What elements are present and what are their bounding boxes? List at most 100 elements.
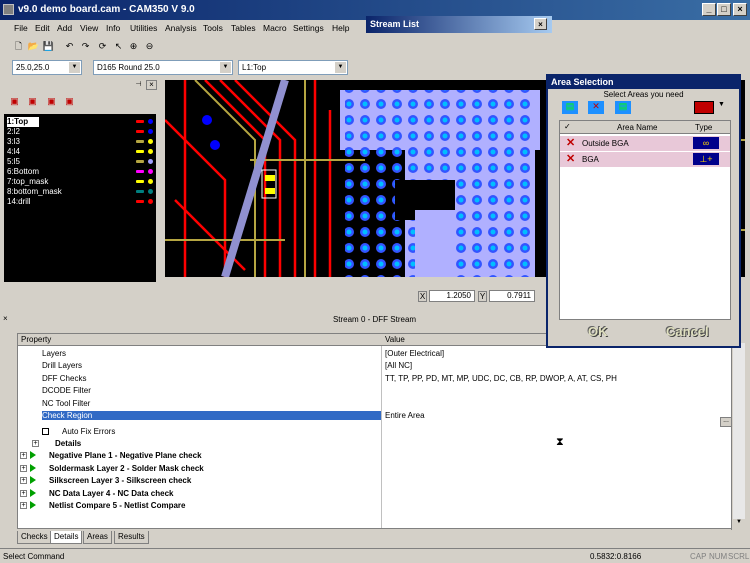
property-row[interactable]: DCODE Filter <box>18 385 733 397</box>
layer-select[interactable]: L1:Top ▼ <box>238 60 348 75</box>
layer-visibility-dot[interactable] <box>148 129 153 134</box>
layer-add-icon[interactable]: ▣ <box>8 95 21 108</box>
menu-tools[interactable]: Tools <box>203 23 223 33</box>
stream-list-titlebar[interactable]: Stream List × <box>366 16 552 33</box>
layer-row[interactable]: 6:Bottom <box>7 167 39 177</box>
unchecked-x-icon[interactable]: ✕ <box>566 152 575 167</box>
auto-fix-checkbox[interactable] <box>42 428 49 435</box>
layer-visibility-dot[interactable] <box>148 119 153 124</box>
expand-icon[interactable]: + <box>32 440 39 447</box>
select-icon[interactable]: ↖ <box>112 40 125 53</box>
check-row[interactable]: + Netlist Compare 5 - Netlist Compare <box>18 500 733 512</box>
layer-properties-icon[interactable]: ▣ <box>63 95 76 108</box>
layer-row[interactable]: 2:l2 <box>7 127 20 137</box>
layer-row[interactable]: 8:bottom_mask <box>7 187 62 197</box>
menu-analysis[interactable]: Analysis <box>165 23 197 33</box>
layer-color-swatch[interactable] <box>136 160 144 163</box>
cancel-button[interactable]: Cancel <box>666 324 709 339</box>
layer-visibility-dot[interactable] <box>148 179 153 184</box>
layer-row[interactable]: 5:l5 <box>7 157 20 167</box>
chevron-down-icon[interactable]: ▼ <box>718 101 725 108</box>
details-row[interactable]: + Details ⧗ <box>18 436 733 450</box>
layer-color-swatch[interactable] <box>136 120 144 123</box>
menu-tables[interactable]: Tables <box>231 23 256 33</box>
layer-visibility-dot[interactable] <box>148 159 153 164</box>
close-button[interactable]: × <box>733 3 747 16</box>
save-icon[interactable]: 💾 <box>42 40 55 53</box>
chevron-down-icon[interactable]: ▼ <box>335 62 346 73</box>
tab-results[interactable]: Results <box>114 531 149 544</box>
ok-button[interactable]: OK <box>588 324 608 339</box>
auto-fix-row[interactable]: Auto Fix Errors <box>18 426 733 438</box>
zoom-out-icon[interactable]: ⊖ <box>143 40 156 53</box>
menu-file[interactable]: File <box>14 23 28 33</box>
layer-color-swatch[interactable] <box>136 200 144 203</box>
maximize-button[interactable]: □ <box>717 3 731 16</box>
layer-color-swatch[interactable] <box>136 180 144 183</box>
minimize-button[interactable]: _ <box>702 3 716 16</box>
layer-copy-icon[interactable]: ▣ <box>26 95 39 108</box>
chevron-down-icon[interactable]: ▼ <box>69 62 80 73</box>
edit-area-icon[interactable]: ▤ <box>615 101 631 114</box>
grid-select[interactable]: 25.0,25.0 ▼ <box>12 60 82 75</box>
property-row[interactable]: Drill Layers [All NC] <box>18 360 733 372</box>
area-row[interactable]: ✕ Outside BGA ∞ <box>560 136 730 151</box>
menu-view[interactable]: View <box>80 23 98 33</box>
add-area-icon[interactable]: ▤ <box>562 101 578 114</box>
layer-row[interactable]: 14:drill <box>7 197 31 207</box>
area-type-icon[interactable] <box>694 101 714 114</box>
menu-help[interactable]: Help <box>332 23 349 33</box>
expand-icon[interactable]: + <box>20 464 27 472</box>
layer-color-swatch[interactable] <box>136 170 144 173</box>
menu-settings[interactable]: Settings <box>293 23 324 33</box>
property-scrollbar[interactable]: ▲ ▼ <box>733 333 745 529</box>
property-row[interactable]: Check Region Entire Area <box>18 410 733 422</box>
layer-visibility-dot[interactable] <box>148 139 153 144</box>
layer-color-swatch[interactable] <box>136 150 144 153</box>
panel-close-button[interactable]: × <box>3 314 8 323</box>
layer-row[interactable]: 1:Top <box>7 117 39 127</box>
tab-areas[interactable]: Areas <box>83 531 112 544</box>
expand-icon[interactable]: + <box>20 452 27 459</box>
layer-color-swatch[interactable] <box>136 190 144 193</box>
layer-row[interactable]: 4:l4 <box>7 147 20 157</box>
expand-icon[interactable]: + <box>20 502 27 510</box>
dcode-select[interactable]: D165 Round 25.0 ▼ <box>93 60 233 75</box>
menu-utilities[interactable]: Utilities <box>130 23 157 33</box>
menu-add[interactable]: Add <box>57 23 72 33</box>
menu-edit[interactable]: Edit <box>35 23 50 33</box>
property-row[interactable]: DFF Checks TT, TP, PP, PD, MT, MP, UDC, D… <box>18 373 733 385</box>
new-file-icon[interactable]: 🗋 <box>12 40 25 53</box>
panel-pin-button[interactable]: ⊣ <box>133 80 144 90</box>
layer-visibility-dot[interactable] <box>148 189 153 194</box>
chevron-down-icon[interactable]: ▼ <box>220 62 231 73</box>
layer-color-swatch[interactable] <box>136 140 144 143</box>
tab-details[interactable]: Details <box>50 531 83 544</box>
redraw-icon[interactable]: ⟳ <box>96 40 109 53</box>
panel-close-button[interactable]: × <box>146 80 157 90</box>
property-row[interactable]: NC Tool Filter <box>18 398 733 410</box>
undo-icon[interactable]: ↶ <box>63 40 76 53</box>
menu-info[interactable]: Info <box>106 23 120 33</box>
property-row[interactable]: Layers [Outer Electrical] <box>18 348 733 360</box>
property-value[interactable]: [All NC] <box>385 361 412 370</box>
scroll-down-icon[interactable]: ▼ <box>733 519 745 529</box>
layer-visibility-dot[interactable] <box>148 169 153 174</box>
layer-row[interactable]: 3:l3 <box>7 137 20 147</box>
layer-row[interactable]: 7:top_mask <box>7 177 48 187</box>
check-row[interactable]: + Soldermask Layer 2 - Solder Mask check <box>18 463 733 475</box>
layer-color-swatch[interactable] <box>136 130 144 133</box>
zoom-in-icon[interactable]: ⊕ <box>127 40 140 53</box>
layer-visibility-dot[interactable] <box>148 199 153 204</box>
stream-list-close-button[interactable]: × <box>534 18 547 30</box>
area-row[interactable]: ✕ BGA ⊥+ <box>560 152 730 167</box>
property-value[interactable]: [Outer Electrical] <box>385 349 444 358</box>
tab-checks[interactable]: Checks <box>17 531 52 544</box>
property-value[interactable]: Entire Area <box>385 411 425 420</box>
open-file-icon[interactable]: 📂 <box>27 40 40 53</box>
property-value[interactable]: TT, TP, PP, PD, MT, MP, UDC, DC, CB, RP,… <box>385 374 617 383</box>
expand-icon[interactable]: + <box>20 489 27 497</box>
check-all-icon[interactable]: ✓ <box>564 122 571 131</box>
redo-icon[interactable]: ↷ <box>79 40 92 53</box>
check-row[interactable]: + NC Data Layer 4 - NC Data check <box>18 488 733 500</box>
